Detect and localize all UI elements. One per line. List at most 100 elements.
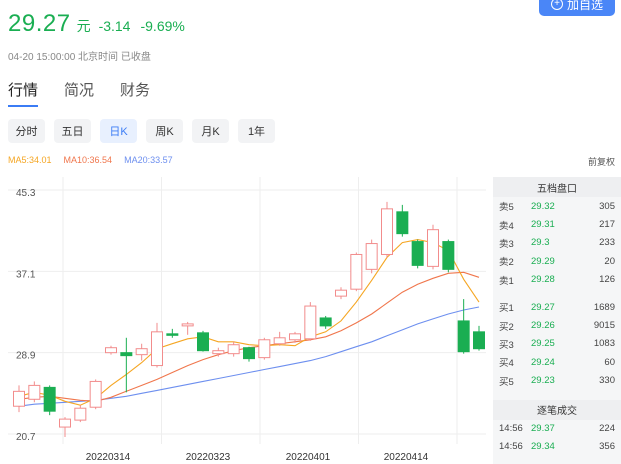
ma20-label: MA20:33.57 — [124, 155, 173, 165]
bid-volume: 1083 — [593, 338, 615, 350]
bid-price: 29.25 — [531, 338, 555, 350]
bid-level-label: 买5 — [499, 376, 514, 388]
quote-header: 29.27 元 -3.14 -9.69% — [8, 10, 185, 38]
candle-body — [381, 208, 393, 255]
candle-body — [473, 331, 485, 350]
add-to-watchlist-button[interactable]: + 加自选 — [539, 0, 615, 16]
bid-row: 买4 29.24 60 — [493, 353, 621, 371]
x-tick-label: 20220323 — [186, 452, 231, 463]
ma-legend: MA5:34.01 MA10:36.54 MA20:33.57 — [8, 155, 173, 165]
ask-level-label: 卖2 — [499, 257, 514, 269]
tab-market[interactable]: 行情 — [8, 79, 39, 107]
candle-body — [273, 337, 286, 345]
candle-body — [442, 241, 455, 270]
ask-level-label: 卖4 — [499, 220, 514, 232]
x-tick-label: 20220414 — [384, 452, 429, 463]
bid-row: 买3 29.25 1083 — [493, 335, 621, 353]
ask-volume: 126 — [599, 274, 615, 286]
candle-body — [243, 347, 255, 360]
trade-row: 14:56 29.37 224 — [493, 420, 621, 438]
ma10-label: MA10:36.54 — [63, 155, 113, 165]
trade-price: 29.34 — [531, 441, 555, 453]
candle-body — [120, 352, 133, 357]
price-change-percent: -9.69% — [140, 18, 185, 34]
bid-row: 买5 29.23 330 — [493, 372, 621, 390]
period-one-year-button[interactable]: 1年 — [238, 119, 275, 143]
ask-price: 29.31 — [531, 219, 555, 231]
trade-price: 29.37 — [531, 423, 555, 435]
candle-body — [319, 317, 332, 327]
tab-overview[interactable]: 简况 — [64, 79, 94, 107]
candle-body — [181, 323, 194, 327]
ask-row: 卖4 29.31 217 — [493, 215, 621, 233]
bid-price: 29.23 — [531, 375, 555, 387]
bid-level-label: 买3 — [499, 339, 514, 351]
period-monthly-k-button[interactable]: 月K — [192, 119, 229, 143]
ask-volume: 305 — [599, 200, 615, 212]
ask-volume: 233 — [599, 237, 615, 249]
ask-level-label: 卖3 — [499, 238, 514, 250]
candle-body — [457, 320, 470, 353]
bid-price: 29.26 — [531, 320, 555, 332]
adjust-mode-label[interactable]: 前复权 — [588, 155, 615, 168]
ask-price: 29.3 — [531, 237, 550, 249]
ask-row: 卖1 29.28 126 — [493, 271, 621, 289]
candle-body — [396, 211, 409, 235]
candle-body — [411, 241, 424, 266]
candle-body — [289, 333, 301, 341]
candle-body — [258, 339, 271, 359]
ma5-label: MA5:34.01 — [8, 155, 52, 165]
period-five-day-button[interactable]: 五日 — [54, 119, 91, 143]
y-tick-label: 20.7 — [16, 432, 36, 443]
order-book-title: 五档盘口 — [493, 177, 621, 197]
candle-body — [212, 350, 225, 355]
ask-price: 29.28 — [531, 274, 555, 286]
candle-body — [197, 332, 209, 352]
candle-body — [166, 333, 179, 336]
tab-finance[interactable]: 财务 — [120, 79, 150, 107]
ask-row: 卖3 29.3 233 — [493, 234, 621, 252]
bid-volume: 330 — [599, 375, 615, 387]
add-to-watchlist-label: 加自选 — [566, 0, 603, 12]
candle-body — [13, 390, 25, 407]
period-intraday-button[interactable]: 分时 — [8, 119, 45, 143]
period-weekly-k-button[interactable]: 周K — [146, 119, 183, 143]
candle-body — [74, 407, 87, 421]
ask-list: 卖5 29.32 305 卖4 29.31 217 卖3 29.3 233 卖2 29.29 20 卖1… — [493, 197, 621, 289]
x-tick-label: 20220314 — [86, 452, 131, 463]
price-change: -3.14 — [98, 18, 131, 34]
ask-price: 29.29 — [531, 255, 555, 267]
ask-volume: 217 — [599, 219, 615, 231]
period-selector: 分时 五日 日K 周K 月K 1年 — [8, 119, 275, 143]
bid-price: 29.27 — [531, 301, 555, 313]
bid-volume: 60 — [604, 356, 615, 368]
candle-body — [28, 384, 41, 400]
ask-volume: 20 — [604, 255, 615, 267]
ask-level-label: 卖1 — [499, 275, 514, 287]
period-daily-k-button[interactable]: 日K — [100, 119, 137, 143]
trade-volume: 224 — [599, 423, 615, 435]
y-tick-label: 37.1 — [16, 269, 36, 280]
quote-timestamp: 04-20 15:00:00 北京时间 已收盘 — [8, 52, 151, 63]
bid-level-label: 买1 — [499, 303, 514, 315]
bid-level-label: 买2 — [499, 321, 514, 333]
bid-list: 买1 29.27 1689 买2 29.26 9015 买3 29.25 1083 买4 29.24… — [493, 298, 621, 390]
bid-row: 买1 29.27 1689 — [493, 298, 621, 316]
y-tick-label: 45.3 — [16, 188, 36, 199]
kline-chart[interactable]: 45.3 37.1 28.9 20.7 20220314 20220323 20220401… — [8, 177, 489, 464]
trade-time: 14:56 — [499, 441, 523, 453]
candle-body — [427, 229, 439, 267]
trade-list: 14:56 29.37 224 14:56 29.34 356 — [493, 420, 621, 456]
candle-body — [227, 344, 240, 355]
bid-level-label: 买4 — [499, 358, 514, 370]
price-unit: 元 — [76, 18, 91, 34]
candle-body — [135, 348, 148, 356]
candle-body — [105, 347, 117, 354]
ask-row: 卖2 29.29 20 — [493, 252, 621, 270]
plus-circle-icon: + — [550, 0, 563, 10]
trades-title: 逐笔成交 — [493, 399, 621, 420]
candle-body — [151, 331, 163, 367]
candle-body — [43, 386, 56, 412]
ask-level-label: 卖5 — [499, 202, 514, 214]
bid-volume: 9015 — [593, 320, 615, 332]
